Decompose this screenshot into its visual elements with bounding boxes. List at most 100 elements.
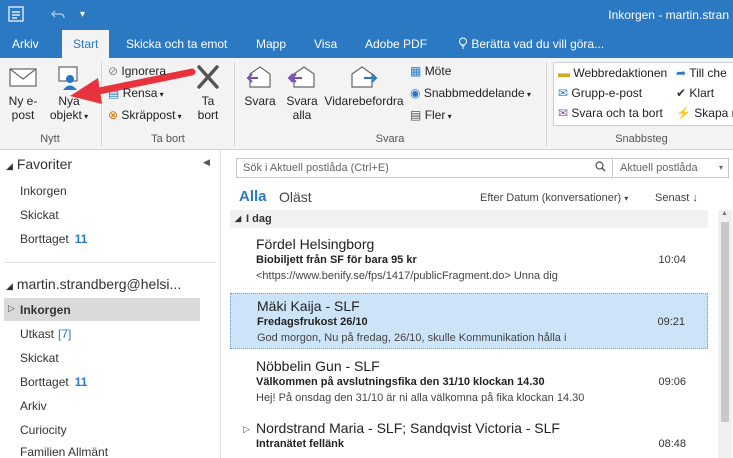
group-header-today[interactable]: ◢ I dag	[230, 210, 708, 228]
quick-step-create-new[interactable]: ⚡ Skapa n	[676, 104, 733, 122]
scrollbar-thumb[interactable]	[721, 222, 729, 422]
lightbulb-icon	[458, 37, 471, 51]
undo-icon[interactable]	[50, 6, 66, 25]
reply-label: Svara	[244, 94, 276, 108]
quick-step-reply-delete[interactable]: ✉ Svara och ta bort	[558, 104, 663, 122]
folder-curiocity[interactable]: Curiocity	[20, 423, 67, 437]
chevron-down-icon: ▾	[718, 163, 723, 172]
message-list-pane: Sök i Aktuell postlåda (Ctrl+E) Aktuell …	[222, 150, 733, 458]
tell-me-label: Berätta vad du vill göra...	[471, 37, 605, 51]
tab-view[interactable]: Visa	[308, 30, 343, 58]
new-email-button[interactable]: Ny e- post	[2, 64, 44, 122]
folder-sent[interactable]: Skickat	[20, 351, 59, 365]
scroll-up-icon[interactable]: ▲	[721, 210, 728, 217]
calendar-icon: ▦	[410, 64, 422, 78]
filter-all[interactable]: Alla	[239, 188, 267, 205]
sort-dir-label: Senast	[655, 192, 690, 204]
new-email-label: Ny e- post	[8, 94, 38, 122]
title-bar: ▾ Inkorgen - martin.stran	[0, 0, 733, 30]
search-icon[interactable]	[595, 159, 606, 177]
customize-toolbar-icon[interactable]: ▾	[80, 9, 85, 20]
favorites-header[interactable]: ◢ Favoriter	[6, 156, 72, 172]
tab-arkiv[interactable]: Arkiv	[6, 30, 45, 58]
quick-step-done[interactable]: ✔ Klart	[676, 84, 714, 102]
filter-unread[interactable]: Oläst	[279, 189, 312, 205]
tell-me-search[interactable]: Berätta vad du vill göra...	[452, 30, 610, 58]
quick-step-label: Grupp-e-post	[571, 86, 643, 100]
message-sender: Mäki Kaija - SLF	[257, 298, 360, 314]
ribbon-tabs: Arkiv Start Skicka och ta emot Mapp Visa…	[0, 30, 733, 58]
forward-mail-icon: ➦	[676, 66, 687, 80]
more-button[interactable]: ▤ Fler ▾	[410, 106, 452, 124]
quick-step-group-email[interactable]: ✉ Grupp-e-post	[558, 84, 642, 102]
fav-item-deleted[interactable]: Borttaget 11	[20, 232, 87, 246]
im-button[interactable]: ◉ Snabbmeddelande ▾	[410, 84, 531, 102]
junk-button[interactable]: ⊗ Skräppost ▾	[108, 106, 182, 124]
fav-item-sent[interactable]: Skickat	[20, 208, 59, 222]
message-item[interactable]: Nöbbelin Gun - SLF Välkommen på avslutni…	[230, 354, 708, 410]
im-icon: ◉	[410, 86, 421, 100]
more-icon: ▤	[410, 108, 422, 122]
search-scope-dropdown[interactable]: Aktuell postlåda ▾	[614, 158, 729, 178]
quick-step-to-manager[interactable]: ➦ Till che	[676, 64, 727, 82]
clean-up-button[interactable]: ▤ Rensa ▾	[108, 84, 164, 102]
quick-step-label: Svara och ta bort	[571, 106, 663, 120]
folder-familien[interactable]: Familien Allmänt	[20, 445, 108, 458]
account-label: martin.strandberg@helsi...	[16, 276, 182, 292]
sort-direction-toggle[interactable]: Senast ↓	[655, 192, 698, 204]
collapse-pane-icon[interactable]: ◀	[203, 157, 210, 168]
junk-label: Skräppost	[121, 108, 176, 122]
message-preview: <https://www.benify.se/fps/1417/publicFr…	[256, 270, 558, 282]
folder-label: Curiocity	[20, 423, 67, 437]
expand-conversation-icon[interactable]: ▷	[243, 424, 250, 435]
delete-button[interactable]: Ta bort	[188, 64, 228, 122]
search-input[interactable]: Sök i Aktuell postlåda (Ctrl+E)	[236, 158, 613, 178]
message-preview: God morgon, Nu på fredag, 26/10, skulle …	[257, 332, 567, 344]
checkmark-icon: ✔	[676, 86, 687, 100]
folder-inbox[interactable]: Inkorgen	[20, 303, 71, 317]
send-receive-icon[interactable]	[8, 6, 24, 25]
delete-label: Ta bort	[197, 94, 219, 122]
account-header[interactable]: ◢ martin.strandberg@helsi...	[6, 276, 181, 292]
fav-item-inbox[interactable]: Inkorgen	[20, 184, 67, 198]
clean-up-label: Rensa	[122, 86, 158, 100]
quick-step-webbredaktionen[interactable]: ▬ Webbredaktionen	[558, 64, 667, 82]
mail-arrow-icon: ✉	[558, 86, 569, 100]
tab-send-receive[interactable]: Skicka och ta emot	[120, 30, 233, 58]
ignore-button[interactable]: ⊘ Ignorera	[108, 62, 166, 80]
ribbon-separator	[234, 62, 235, 146]
folder-label: Inkorgen	[20, 184, 67, 198]
tab-folder[interactable]: Mapp	[250, 30, 292, 58]
expand-arrow-icon[interactable]: ▷	[8, 303, 15, 314]
message-item[interactable]: ▷ Nordstrand Maria - SLF; Sandqvist Vict…	[230, 416, 708, 458]
folder-label: Utkast	[20, 327, 55, 341]
tab-start[interactable]: Start	[62, 30, 110, 58]
forward-button[interactable]: Vidarebefordra	[323, 64, 405, 108]
ribbon: Ny e- post Nya objekt ▾ Nytt ⊘ Ignorera …	[0, 58, 733, 150]
message-subject: Intranätet fellänk	[256, 438, 345, 450]
reply-all-button[interactable]: Svara alla	[282, 64, 322, 122]
message-item-selected[interactable]: Mäki Kaija - SLF Fredagsfrukost 26/10 Go…	[230, 293, 708, 349]
draft-count: [7]	[58, 327, 72, 341]
message-time: 08:48	[658, 438, 686, 450]
ignore-label: Ignorera	[121, 64, 167, 78]
folder-archive[interactable]: Arkiv	[20, 399, 47, 413]
sort-by-dropdown[interactable]: Efter Datum (konversationer) ▾	[480, 192, 628, 204]
message-list-scrollbar[interactable]: ▲	[718, 210, 732, 458]
tab-adobe-pdf[interactable]: Adobe PDF	[359, 30, 433, 58]
chevron-down-icon: ▾	[624, 194, 629, 203]
folder-deleted[interactable]: Borttaget 11	[20, 375, 87, 389]
meeting-button[interactable]: ▦ Möte	[410, 62, 451, 80]
search-placeholder: Sök i Aktuell postlåda (Ctrl+E)	[243, 162, 389, 174]
reply-button[interactable]: Svara	[240, 64, 280, 108]
folder-drafts[interactable]: Utkast [7]	[20, 327, 71, 341]
folder-label: Skickat	[20, 208, 59, 222]
message-item[interactable]: Fördel Helsingborg Biobiljett från SF fö…	[230, 232, 708, 288]
quick-step-label: Till che	[689, 66, 727, 80]
unread-count: 11	[74, 375, 88, 389]
folder-label: Arkiv	[20, 399, 47, 413]
ignore-icon: ⊘	[108, 64, 119, 78]
message-time: 09:21	[657, 316, 685, 328]
reply-icon	[246, 66, 271, 88]
quick-step-label: Skapa n	[694, 106, 733, 120]
